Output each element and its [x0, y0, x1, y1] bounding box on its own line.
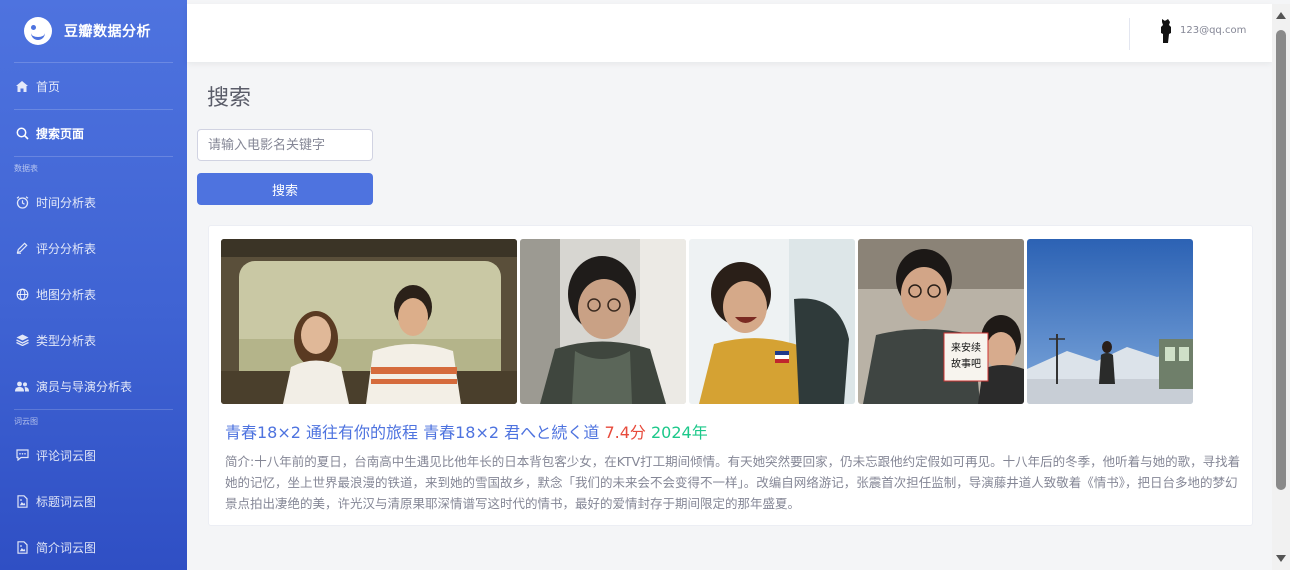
movie-poster[interactable]: [221, 239, 517, 404]
sidebar-item-intro-wordcloud[interactable]: 简介词云图: [0, 524, 187, 570]
home-icon: [15, 79, 29, 93]
sidebar-item-title-wordcloud[interactable]: 标题词云图: [0, 478, 187, 524]
poster-image: 来安续故事吧: [858, 239, 1024, 404]
section-label-wordcloud: 词云图: [14, 417, 38, 426]
movie-poster[interactable]: [1027, 239, 1193, 404]
poster-image: [689, 239, 855, 404]
sidebar-item-map-analysis[interactable]: 地图分析表: [0, 271, 187, 317]
clock-icon: [15, 195, 29, 209]
movie-rating: 7.4分: [604, 423, 646, 442]
sidebar-item-cast-director-analysis[interactable]: 演员与导演分析表: [0, 363, 187, 409]
search-input[interactable]: [197, 129, 373, 161]
movie-poster[interactable]: 来安续故事吧: [858, 239, 1024, 404]
movie-poster[interactable]: [520, 239, 686, 404]
movie-title[interactable]: 青春18×2 通往有你的旅程 青春18×2 君へと続く道 7.4分 2024年: [225, 419, 708, 443]
sidebar-item-comment-wordcloud[interactable]: 评论词云图: [0, 432, 187, 478]
globe-icon: [15, 287, 29, 301]
comment-icon: [15, 448, 29, 462]
pen-icon: [15, 241, 29, 255]
sidebar: 豆瓣数据分析 首页 搜索页面 数据表 时间分析表 评分分析表 地图分析表 类型分…: [0, 0, 187, 570]
sidebar-item-rating-analysis[interactable]: 评分分析表: [0, 225, 187, 271]
sidebar-item-label: 首页: [36, 79, 61, 94]
movie-poster[interactable]: [689, 239, 855, 404]
search-button[interactable]: 搜索: [197, 173, 373, 205]
file-image-icon: [15, 540, 29, 554]
topbar: 123@qq.com: [187, 4, 1272, 62]
sidebar-item-label: 标题词云图: [36, 494, 97, 509]
scrollbar-thumb[interactable]: [1276, 30, 1286, 490]
movie-name[interactable]: 青春18×2 通往有你的旅程 青春18×2 君へと続く道: [225, 423, 599, 442]
layers-icon: [15, 333, 29, 347]
section-label-data: 数据表: [14, 164, 38, 173]
sidebar-item-search[interactable]: 搜索页面: [0, 110, 187, 156]
poster-image: [221, 239, 517, 404]
poster-image: [1027, 239, 1193, 404]
sidebar-item-label: 演员与导演分析表: [36, 379, 133, 394]
sidebar-item-label: 类型分析表: [36, 333, 97, 348]
users-icon: [15, 379, 29, 393]
brand-name: 豆瓣数据分析: [64, 24, 151, 40]
sidebar-item-label: 时间分析表: [36, 195, 97, 210]
sidebar-item-label: 评分分析表: [36, 241, 97, 256]
file-image-icon: [15, 494, 29, 508]
scroll-up-arrow-icon[interactable]: [1276, 12, 1286, 19]
page-title: 搜索: [207, 86, 252, 111]
sidebar-item-label: 简介词云图: [36, 540, 97, 555]
page-scrollbar[interactable]: [1272, 4, 1290, 570]
movie-description: 简介:十八年前的夏日，台南高中生遇见比他年长的日本背包客少女，在KTV打工期间倾…: [225, 454, 1241, 511]
user-email[interactable]: 123@qq.com: [1180, 25, 1246, 36]
sidebar-item-label: 地图分析表: [36, 287, 97, 302]
search-icon: [15, 126, 29, 140]
user-avatar-icon[interactable]: [1159, 18, 1173, 44]
movie-year: 2024年: [651, 423, 708, 442]
sidebar-item-label: 搜索页面: [36, 126, 85, 141]
sidebar-item-type-analysis[interactable]: 类型分析表: [0, 317, 187, 363]
scroll-down-arrow-icon[interactable]: [1276, 555, 1286, 562]
poster-image: [520, 239, 686, 404]
sidebar-item-label: 评论词云图: [36, 448, 97, 463]
smile-logo-icon: [24, 17, 52, 45]
sidebar-item-time-analysis[interactable]: 时间分析表: [0, 179, 187, 225]
sidebar-item-home[interactable]: 首页: [0, 63, 187, 109]
brand[interactable]: 豆瓣数据分析: [0, 0, 187, 62]
topbar-divider: [1129, 18, 1130, 50]
result-card: 来安续故事吧 青春18×2 通往有你的旅程 青春18×2 君へと続く道 7.4分…: [208, 225, 1253, 526]
